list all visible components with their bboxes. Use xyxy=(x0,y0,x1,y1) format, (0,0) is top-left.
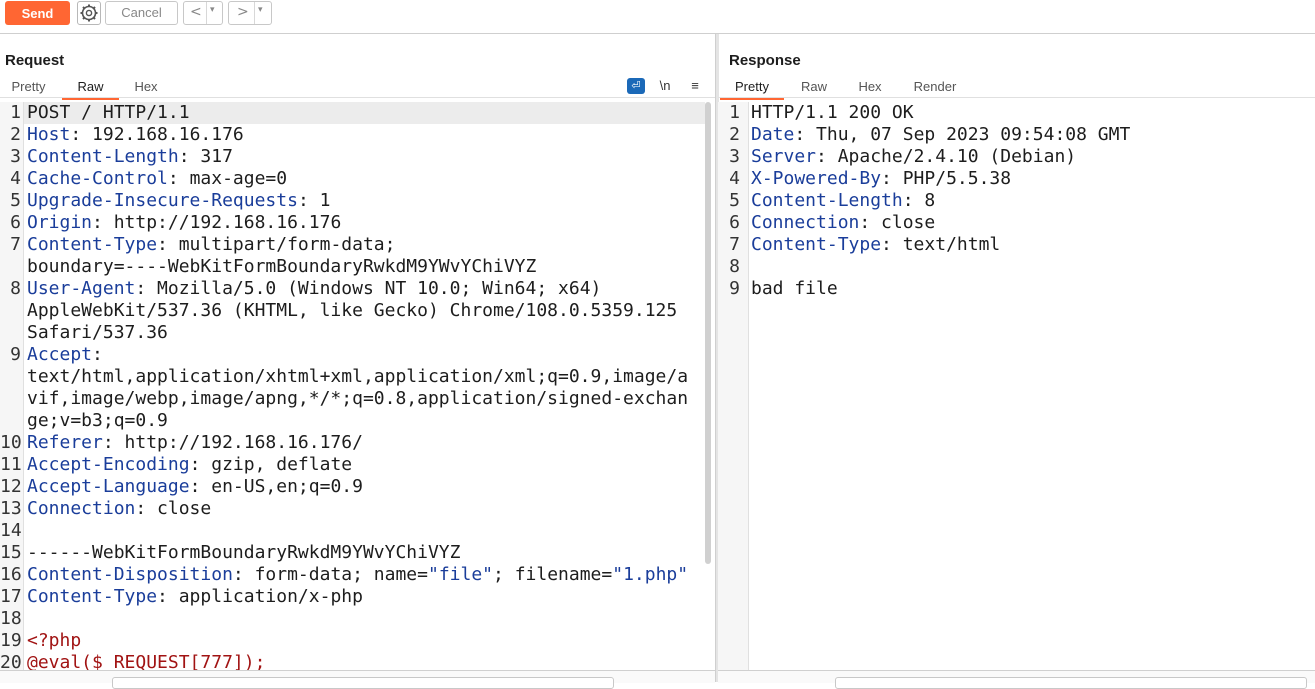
tab-hex[interactable]: Hex xyxy=(847,78,893,98)
code-line: text/html,application/xhtml+xml,applicat… xyxy=(27,366,689,387)
code-line: Cache-Control: max-age=0 xyxy=(27,168,288,189)
line-number: 15 xyxy=(0,542,22,563)
line-number: 2 xyxy=(10,124,21,145)
code-line: User-Agent: Mozilla/5.0 (Windows NT 10.0… xyxy=(27,278,602,299)
settings-gear-button[interactable] xyxy=(77,1,101,25)
line-number: 4 xyxy=(729,168,740,189)
line-number: 12 xyxy=(0,476,22,497)
code-line: AppleWebKit/537.36 (KHTML, like Gecko) C… xyxy=(27,300,678,321)
code-line: boundary=----WebKitFormBoundaryRwkdM9YWv… xyxy=(27,256,537,277)
line-number: 11 xyxy=(0,454,22,475)
code-line: Accept: xyxy=(27,344,103,365)
newline-toggle-icon[interactable]: \n xyxy=(656,78,674,94)
code-line: Content-Type: text/html xyxy=(751,234,1001,255)
send-button[interactable]: Send xyxy=(5,1,70,25)
line-number: 13 xyxy=(0,498,22,519)
chevron-down-icon[interactable]: ▾ xyxy=(258,5,263,15)
back-button[interactable]: < ▾ xyxy=(183,1,223,25)
code-line: X-Powered-By: PHP/5.5.38 xyxy=(751,168,1012,189)
line-number: 8 xyxy=(10,278,21,299)
line-number: 5 xyxy=(10,190,21,211)
code-line: Origin: http://192.168.16.176 xyxy=(27,212,342,233)
code-line: Content-Length: 317 xyxy=(27,146,233,167)
code-line: Referer: http://192.168.16.176/ xyxy=(27,432,363,453)
gear-icon xyxy=(80,4,98,22)
forward-arrow-icon: > xyxy=(237,4,249,20)
request-title: Request xyxy=(5,52,65,69)
code-line: Date: Thu, 07 Sep 2023 09:54:08 GMT xyxy=(751,124,1131,145)
code-line: Content-Disposition: form-data; name="fi… xyxy=(27,564,689,585)
code-line: Upgrade-Insecure-Requests: 1 xyxy=(27,190,331,211)
code-line: Connection: close xyxy=(27,498,212,519)
code-line: Server: Apache/2.4.10 (Debian) xyxy=(751,146,1077,167)
code-line: Content-Length: 8 xyxy=(751,190,936,211)
code-line: Content-Type: multipart/form-data; xyxy=(27,234,396,255)
response-search-bar xyxy=(718,670,1315,689)
line-number: 4 xyxy=(10,168,21,189)
tab-hex[interactable]: Hex xyxy=(123,78,169,98)
response-pane: Response Pretty Raw Hex Render 1 HTTP/1.1… xyxy=(718,34,1315,689)
code-line: HTTP/1.1 200 OK xyxy=(751,102,914,123)
code-line: bad file xyxy=(751,278,838,299)
code-line: POST / HTTP/1.1 xyxy=(27,102,190,123)
tab-render[interactable]: Render xyxy=(905,78,965,98)
code-line: Content-Type: application/x-php xyxy=(27,586,363,607)
search-input[interactable] xyxy=(112,677,614,689)
line-number: 19 xyxy=(0,630,22,651)
tab-raw[interactable]: Raw xyxy=(792,78,836,98)
search-input[interactable] xyxy=(835,677,1307,689)
line-number: 6 xyxy=(729,212,740,233)
code-line: Safari/537.36 xyxy=(27,322,168,343)
code-line: vif,image/webp,image/apng,*/*;q=0.8,appl… xyxy=(27,388,689,409)
line-number: 6 xyxy=(10,212,21,233)
line-number: 5 xyxy=(729,190,740,211)
chevron-down-icon[interactable]: ▾ xyxy=(210,5,215,15)
line-number: 14 xyxy=(0,520,22,541)
line-number: 9 xyxy=(10,344,21,365)
code-line: Accept-Encoding: gzip, deflate xyxy=(27,454,353,475)
line-number: 17 xyxy=(0,586,22,607)
line-number: 18 xyxy=(0,608,22,629)
code-line: Host: 192.168.16.176 xyxy=(27,124,244,145)
forward-button[interactable]: > ▾ xyxy=(228,1,272,25)
vertical-scrollbar[interactable] xyxy=(705,102,711,564)
back-arrow-icon: < xyxy=(190,4,202,20)
line-number: 16 xyxy=(0,564,22,585)
line-number: 7 xyxy=(729,234,740,255)
response-title: Response xyxy=(729,52,801,69)
line-number: 2 xyxy=(729,124,740,145)
toolbar: Send Cancel < ▾ > ▾ xyxy=(0,0,1315,30)
request-pane: Request Pretty Raw Hex ⏎ \n ≡ 1 POST / HT… xyxy=(0,34,715,689)
line-number: 7 xyxy=(10,234,21,255)
line-number: 1 xyxy=(729,102,740,123)
line-number: 9 xyxy=(729,278,740,299)
line-number: 1 xyxy=(10,102,21,123)
word-wrap-icon[interactable]: ⏎ xyxy=(627,78,645,94)
code-line: ge;v=b3;q=0.9 xyxy=(27,410,168,431)
code-line: Accept-Language: en-US,en;q=0.9 xyxy=(27,476,363,497)
line-number: 8 xyxy=(729,256,740,277)
code-line: ------WebKitFormBoundaryRwkdM9YWvYChiVYZ xyxy=(27,542,461,563)
code-line: <?php xyxy=(27,630,82,651)
line-number: 10 xyxy=(0,432,22,453)
line-number: 3 xyxy=(10,146,21,167)
tab-pretty[interactable]: Pretty xyxy=(0,78,57,98)
menu-icon[interactable]: ≡ xyxy=(686,78,704,94)
cancel-button[interactable]: Cancel xyxy=(105,1,178,25)
request-search-bar xyxy=(0,670,715,689)
line-number: 3 xyxy=(729,146,740,167)
code-line: Connection: close xyxy=(751,212,936,233)
